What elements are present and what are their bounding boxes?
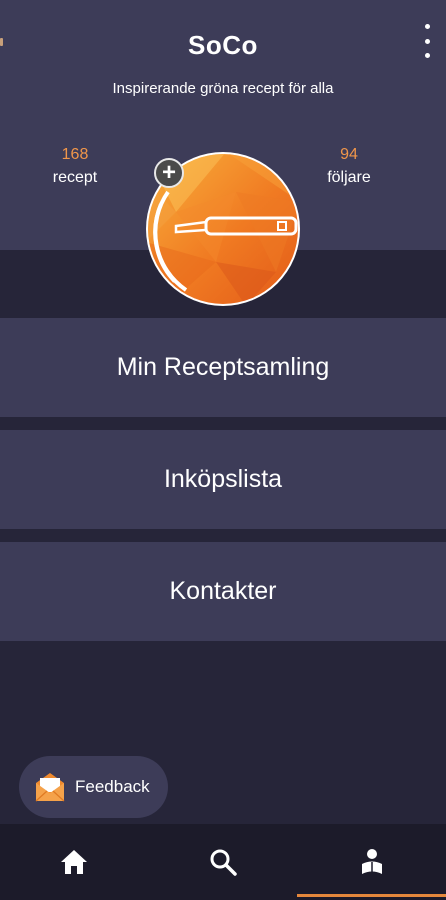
shopping-list-button[interactable]: Inköpslista [0,430,446,529]
my-recipe-collection-button[interactable]: Min Receptsamling [0,318,446,417]
profile-reader-icon [361,849,382,874]
bottom-navigation [0,824,446,900]
app-subtitle: Inspirerande gröna recept för alla [112,80,334,97]
home-icon [61,850,88,874]
recipes-stat[interactable]: 168 recept [25,146,125,187]
feedback-label: Feedback [75,777,150,796]
recipes-count: 168 [61,146,89,163]
nav-search[interactable] [149,824,298,900]
more-options-icon[interactable] [422,24,432,58]
app-title: SoCo [188,30,258,60]
nav-profile[interactable] [297,824,446,900]
followers-count: 94 [340,146,358,163]
contacts-button[interactable]: Kontakter [0,542,446,641]
followers-label: följare [327,169,371,186]
feedback-button[interactable]: Feedback [19,756,168,818]
nav-home[interactable] [0,824,149,900]
search-icon [210,849,237,876]
add-photo-button[interactable]: + [154,158,184,188]
followers-stat[interactable]: 94 följare [299,146,399,187]
recipes-label: recept [52,169,98,186]
envelope-icon [35,773,65,802]
